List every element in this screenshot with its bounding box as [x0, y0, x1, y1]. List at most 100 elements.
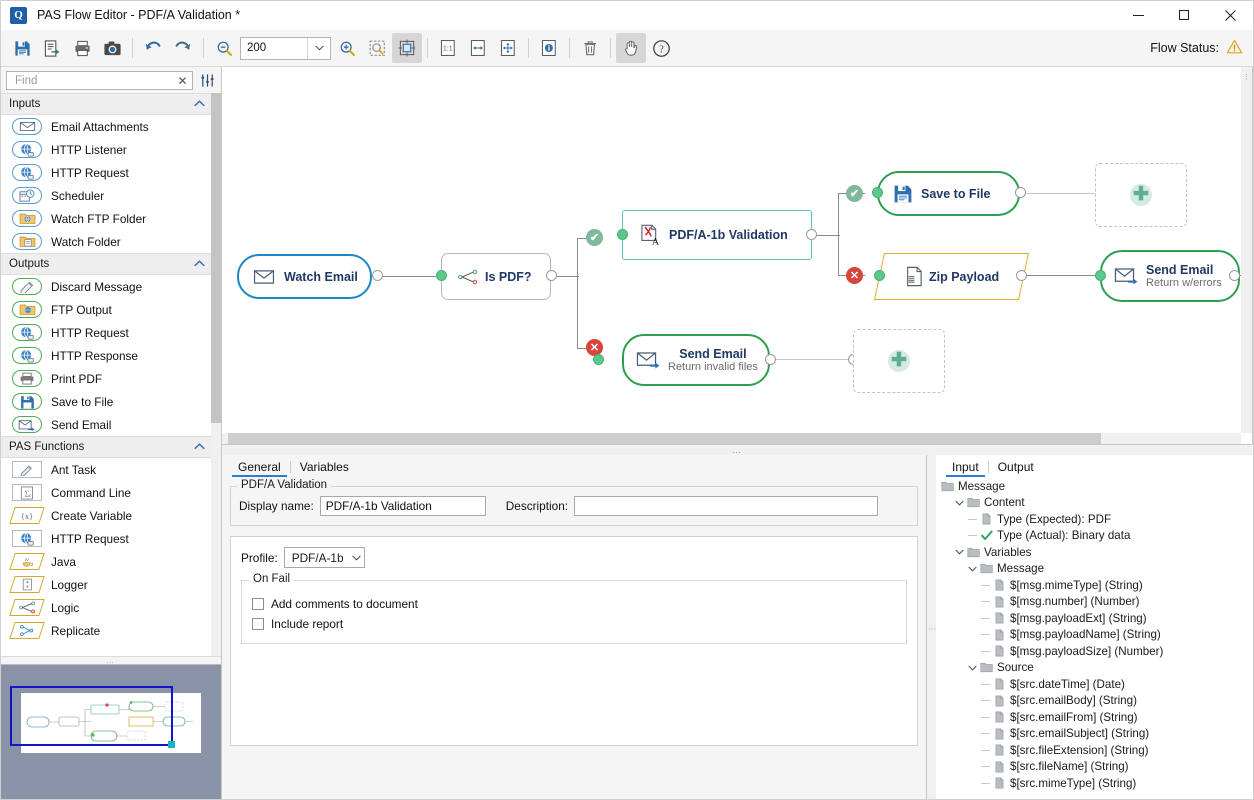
palette-item-ant-task[interactable]: Ant Task — [1, 458, 211, 481]
tree-node[interactable]: $[src.emailFrom] (String) — [940, 709, 1253, 726]
palette-item-email-attachments[interactable]: Email Attachments — [1, 115, 211, 138]
palette-item-logic[interactable]: Logic — [1, 596, 211, 619]
tree-node[interactable]: $[src.emailBody] (String) — [940, 693, 1253, 710]
palette-item-watch-ftp-folder[interactable]: Watch FTP Folder — [1, 207, 211, 230]
actual-size-icon[interactable]: 1:1 — [433, 33, 463, 63]
port-is-pdf-in[interactable] — [436, 270, 447, 281]
info-icon[interactable] — [534, 33, 564, 63]
port-send-email-invalid-in[interactable] — [593, 354, 604, 365]
description-input[interactable] — [574, 496, 878, 516]
tree-node[interactable]: $[msg.payloadSize] (Number) — [940, 643, 1253, 660]
tree-node[interactable]: Type (Actual): Binary data — [940, 528, 1253, 545]
display-name-input[interactable] — [320, 496, 486, 516]
palette-item-send-email[interactable]: Send Email — [1, 413, 211, 436]
chevron-up-icon[interactable] — [194, 259, 205, 269]
zoom-level-combo[interactable]: 200 — [240, 37, 331, 60]
node-send-email-errors[interactable]: Send Email Return w/errors — [1100, 250, 1240, 302]
tab-output[interactable]: Output — [990, 460, 1042, 477]
node-watch-email[interactable]: Watch Email — [237, 254, 372, 299]
port-zip-payload-out[interactable] — [1016, 270, 1027, 281]
undo-icon[interactable] — [138, 33, 168, 63]
chevron-down-icon[interactable] — [307, 38, 330, 59]
node-zip-payload[interactable]: Zip Payload — [879, 253, 1024, 300]
tree-node[interactable]: $[src.fileName] (String) — [940, 759, 1253, 776]
flow-canvas[interactable]: Watch Email Is PDF? ✔ ✕ — [222, 67, 1241, 433]
canvas-hscroll-thumb[interactable] — [228, 433, 1101, 444]
tree-node[interactable]: $[src.fileExtension] (String) — [940, 742, 1253, 759]
palette-item-create-variable[interactable]: {x}Create Variable — [1, 504, 211, 527]
tree-node[interactable]: Content — [940, 495, 1253, 512]
port-is-pdf-out[interactable] — [546, 270, 557, 281]
palette-item-ftp-output[interactable]: FTP Output — [1, 298, 211, 321]
port-send-email-errors-out[interactable] — [1229, 270, 1240, 281]
close-button[interactable] — [1207, 1, 1253, 29]
palette-item-print-pdf[interactable]: Print PDF — [1, 367, 211, 390]
maximize-button[interactable] — [1161, 1, 1207, 29]
palette-item-http-response[interactable]: HTTP Response — [1, 344, 211, 367]
canvas-splitter-grip[interactable]: ⋮ — [1243, 75, 1247, 80]
redo-icon[interactable] — [168, 33, 198, 63]
palette-resize-grip[interactable]: … — [1, 656, 221, 664]
minimap-resize-handle[interactable] — [168, 741, 175, 748]
fit-page-icon[interactable] — [493, 33, 523, 63]
node-save-to-file[interactable]: Save to File — [877, 171, 1020, 216]
chevron-up-icon[interactable] — [194, 99, 205, 109]
palette-item-save-to-file[interactable]: Save to File — [1, 390, 211, 413]
zoom-level-value[interactable]: 200 — [241, 38, 307, 59]
palette-item-replicate[interactable]: Replicate — [1, 619, 211, 642]
warning-icon[interactable] — [1226, 39, 1243, 58]
palette-item-discard-message[interactable]: Discard Message — [1, 275, 211, 298]
palette-item-logger[interactable]: Logger — [1, 573, 211, 596]
zoom-out-icon[interactable] — [209, 33, 239, 63]
chevron-up-icon[interactable] — [194, 442, 205, 452]
palette-item-http-request[interactable]: HTTP Request — [1, 321, 211, 344]
palette-item-http-listener[interactable]: HTTP Listener — [1, 138, 211, 161]
tree-node[interactable]: $[src.mimeType] (String) — [940, 775, 1253, 792]
search-input[interactable] — [13, 72, 176, 89]
tree-node[interactable]: $[src.dateTime] (Date) — [940, 676, 1253, 693]
node-send-email-invalid[interactable]: Send Email Return invalid files — [622, 334, 770, 386]
tree-node[interactable]: $[msg.number] (Number) — [940, 594, 1253, 611]
palette-group-header-pas-functions[interactable]: PAS Functions — [1, 436, 211, 458]
chevron-down-icon[interactable] — [953, 500, 966, 506]
minimize-button[interactable] — [1115, 1, 1161, 29]
clear-search-icon[interactable]: ✕ — [176, 75, 189, 87]
tree-node[interactable]: Message — [940, 561, 1253, 578]
chevron-down-icon[interactable] — [953, 549, 966, 555]
message-tree[interactable]: MessageContentType (Expected): PDFType (… — [936, 477, 1253, 800]
port-validation-out[interactable] — [806, 229, 817, 240]
tab-variables[interactable]: Variables — [292, 460, 357, 477]
port-zip-payload-in[interactable] — [874, 270, 885, 281]
chevron-down-icon[interactable] — [344, 553, 361, 563]
placeholder-add-node-bottom[interactable]: ✚ — [853, 329, 945, 393]
palette-group-header-inputs[interactable]: Inputs — [1, 93, 211, 115]
palette-item-watch-folder[interactable]: Watch Folder — [1, 230, 211, 253]
search-box[interactable]: ✕ — [6, 71, 193, 90]
port-validation-in[interactable] — [617, 229, 628, 240]
tree-node[interactable]: Type (Expected): PDF — [940, 511, 1253, 528]
profile-select[interactable]: PDF/A-1b — [284, 547, 365, 568]
palette-item-http-request[interactable]: HTTP Request — [1, 527, 211, 550]
tree-node[interactable]: Variables — [940, 544, 1253, 561]
export-icon[interactable] — [37, 33, 67, 63]
canvas-horizontal-scrollbar[interactable] — [222, 433, 1241, 444]
zoom-in-icon[interactable] — [332, 33, 362, 63]
tree-node[interactable]: Message — [940, 478, 1253, 495]
delete-icon[interactable] — [575, 33, 605, 63]
fit-width-icon[interactable] — [463, 33, 493, 63]
minimap-viewport[interactable] — [10, 686, 173, 746]
plus-icon[interactable]: ✚ — [1130, 184, 1152, 206]
add-comments-checkbox[interactable] — [252, 598, 264, 610]
fit-to-window-icon[interactable] — [392, 33, 422, 63]
checkbox-row[interactable]: Add comments to document — [252, 597, 896, 611]
pan-tool-icon[interactable] — [616, 33, 646, 63]
palette-item-http-request[interactable]: HTTP Request — [1, 161, 211, 184]
palette-scrollbar[interactable] — [211, 93, 221, 656]
tree-node[interactable]: $[msg.mimeType] (String) — [940, 577, 1253, 594]
tab-general[interactable]: General — [230, 460, 289, 477]
tree-node[interactable]: Source — [940, 660, 1253, 677]
port-send-email-errors-in[interactable] — [1095, 270, 1106, 281]
save-icon[interactable] — [7, 33, 37, 63]
tab-input[interactable]: Input — [944, 460, 987, 477]
tree-node[interactable]: $[src.emailSubject] (String) — [940, 726, 1253, 743]
